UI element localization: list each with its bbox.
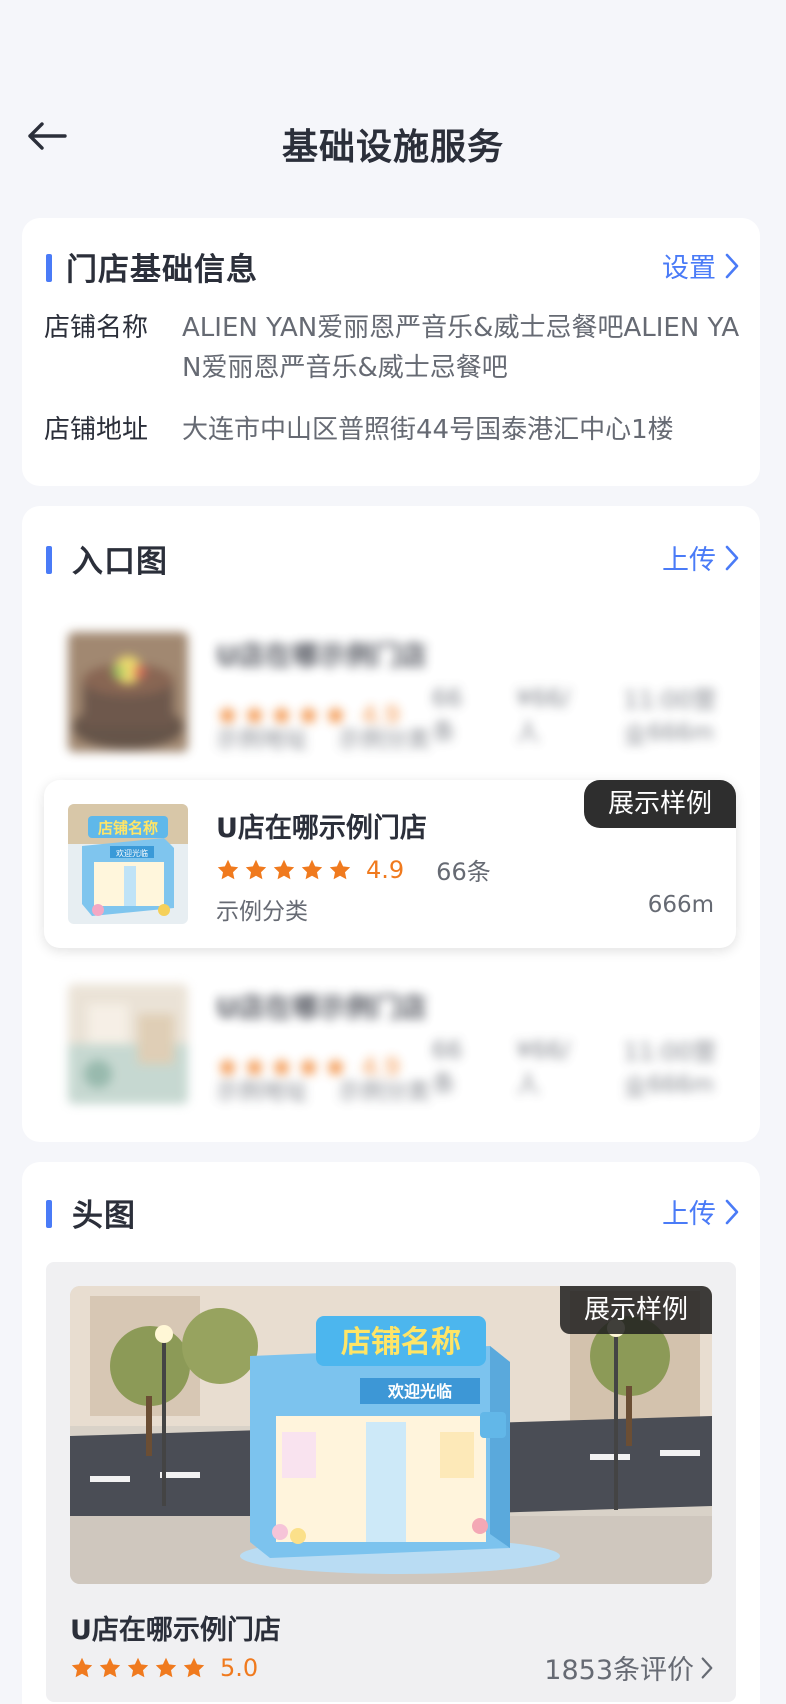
entrance-header: 入口图 上传	[22, 534, 760, 582]
shop-address: 示例地址	[216, 1079, 308, 1105]
chevron-right-icon	[724, 544, 740, 572]
store-name-label: 店铺名称	[44, 313, 149, 343]
store-name-value: ALIEN YAN爱丽恩严音乐&威士忌餐吧ALIEN YAN爱丽恩严音乐&威士忌…	[182, 313, 740, 383]
shop-meta: 示例地址 示例分类	[216, 720, 430, 754]
store-address-label: 店铺地址	[44, 415, 149, 445]
shop-name: U店在哪示例门店	[216, 993, 427, 1024]
shop-name: U店在哪示例门店	[70, 1615, 281, 1646]
list-item: U店在哪示例门店 4.9 66条 ¥66/人 11:00营业 示例地址 示例分类…	[44, 608, 736, 776]
store-banner-text: 欢迎光临	[387, 1382, 452, 1401]
price-per-person: ¥66/人	[516, 683, 571, 746]
entrance-upload-link[interactable]: 上传	[662, 538, 740, 577]
shop-category: 示例分类	[338, 1079, 430, 1105]
header-image-header: 头图 上传	[22, 1188, 760, 1236]
featured-list-item: 店铺名称 欢迎光临 U店在哪示例门店 4.9 66条 示例分类 666m 展示样…	[44, 780, 736, 948]
header-image-card: 头图 上传 欢迎光临 店铺名称 展示样例 U店在哪示例门店 5.0 1853条评…	[22, 1162, 760, 1704]
shop-meta: 示例地址 示例分类	[216, 1072, 430, 1106]
entrance-image-card: 入口图 上传 U店在哪示例门店 4.9 66条 ¥66/人 11:00营业 示例…	[22, 506, 760, 1142]
cake-thumbnail	[68, 632, 188, 752]
chevron-right-icon	[724, 252, 740, 280]
store-address-value: 大连市中山区普照街44号国泰港汇中心1楼	[182, 415, 674, 445]
star-icon	[328, 858, 352, 882]
store-sign-text: 店铺名称	[341, 1325, 461, 1360]
store-info-header: 门店基础信息 设置	[22, 242, 760, 290]
svg-text:店铺名称: 店铺名称	[98, 819, 158, 837]
store-name-row: 店铺名称 ALIEN YAN爱丽恩严音乐&威士忌餐吧ALIEN YAN爱丽恩严音…	[44, 308, 740, 388]
review-count: 1853条评价	[544, 1655, 694, 1686]
entrance-title: 入口图	[72, 544, 168, 580]
star-icon	[154, 1656, 178, 1680]
section-accent-bar	[46, 254, 52, 282]
chevron-right-icon	[724, 1198, 740, 1226]
settings-link[interactable]: 设置	[662, 246, 740, 285]
cafe-thumbnail	[68, 984, 188, 1104]
reviews-link[interactable]: 1853条评价	[544, 1648, 714, 1687]
rating-value: 4.9	[366, 855, 405, 884]
store-address-row: 店铺地址 大连市中山区普照街44号国泰港汇中心1楼	[44, 410, 740, 450]
star-rating: 4.9 66条	[216, 852, 491, 887]
settings-label: 设置	[662, 253, 716, 284]
star-icon	[272, 858, 296, 882]
header-upload-link[interactable]: 上传	[662, 1192, 740, 1231]
shop-name: U店在哪示例门店	[216, 813, 427, 844]
store-info-title: 门店基础信息	[66, 252, 258, 288]
shop-meta: 示例分类	[216, 892, 308, 926]
nav-bar: 基础设施服务	[0, 100, 786, 180]
header-image-title: 头图	[72, 1198, 136, 1234]
list-item: U店在哪示例门店 4.9 66条 ¥66/人 11:00营业 示例地址 示例分类…	[44, 960, 736, 1128]
star-icon	[182, 1656, 206, 1680]
shop-category: 示例分类	[338, 727, 430, 753]
star-icon	[98, 1656, 122, 1680]
sample-tag: 展示样例	[559, 1286, 712, 1334]
review-count: 66条	[431, 1035, 463, 1098]
shop-distance: 666m	[647, 892, 714, 918]
star-icon	[300, 858, 324, 882]
star-icon	[70, 1656, 94, 1680]
price-per-person: ¥66/人	[516, 1035, 571, 1098]
section-accent-bar	[46, 546, 52, 574]
rating-value: 5.0	[220, 1654, 259, 1682]
shop-distance: 666m	[647, 720, 714, 746]
review-count: 66条	[436, 858, 491, 886]
shop-name: U店在哪示例门店	[216, 641, 427, 672]
star-rating: 5.0	[70, 1654, 258, 1682]
shop-category: 示例分类	[216, 899, 308, 925]
star-icon	[244, 858, 268, 882]
star-icon	[216, 858, 240, 882]
shop-address: 示例地址	[216, 727, 308, 753]
chevron-right-icon	[701, 1656, 713, 1679]
store-info-card: 门店基础信息 设置 店铺名称 ALIEN YAN爱丽恩严音乐&威士忌餐吧ALIE…	[22, 218, 760, 486]
upload-label: 上传	[662, 1199, 716, 1230]
star-icon	[126, 1656, 150, 1680]
page-title: 基础设施服务	[281, 127, 504, 168]
header-image-preview: 欢迎光临 店铺名称 展示样例 U店在哪示例门店 5.0 1853条评价	[46, 1262, 736, 1702]
upload-label: 上传	[662, 545, 716, 576]
storefront-thumbnail: 店铺名称 欢迎光临	[68, 804, 188, 924]
section-accent-bar	[46, 1200, 52, 1228]
svg-text:欢迎光临: 欢迎光临	[116, 848, 148, 858]
review-count: 66条	[431, 683, 463, 746]
shop-distance: 666m	[647, 1072, 714, 1098]
sample-tag: 展示样例	[583, 780, 736, 828]
